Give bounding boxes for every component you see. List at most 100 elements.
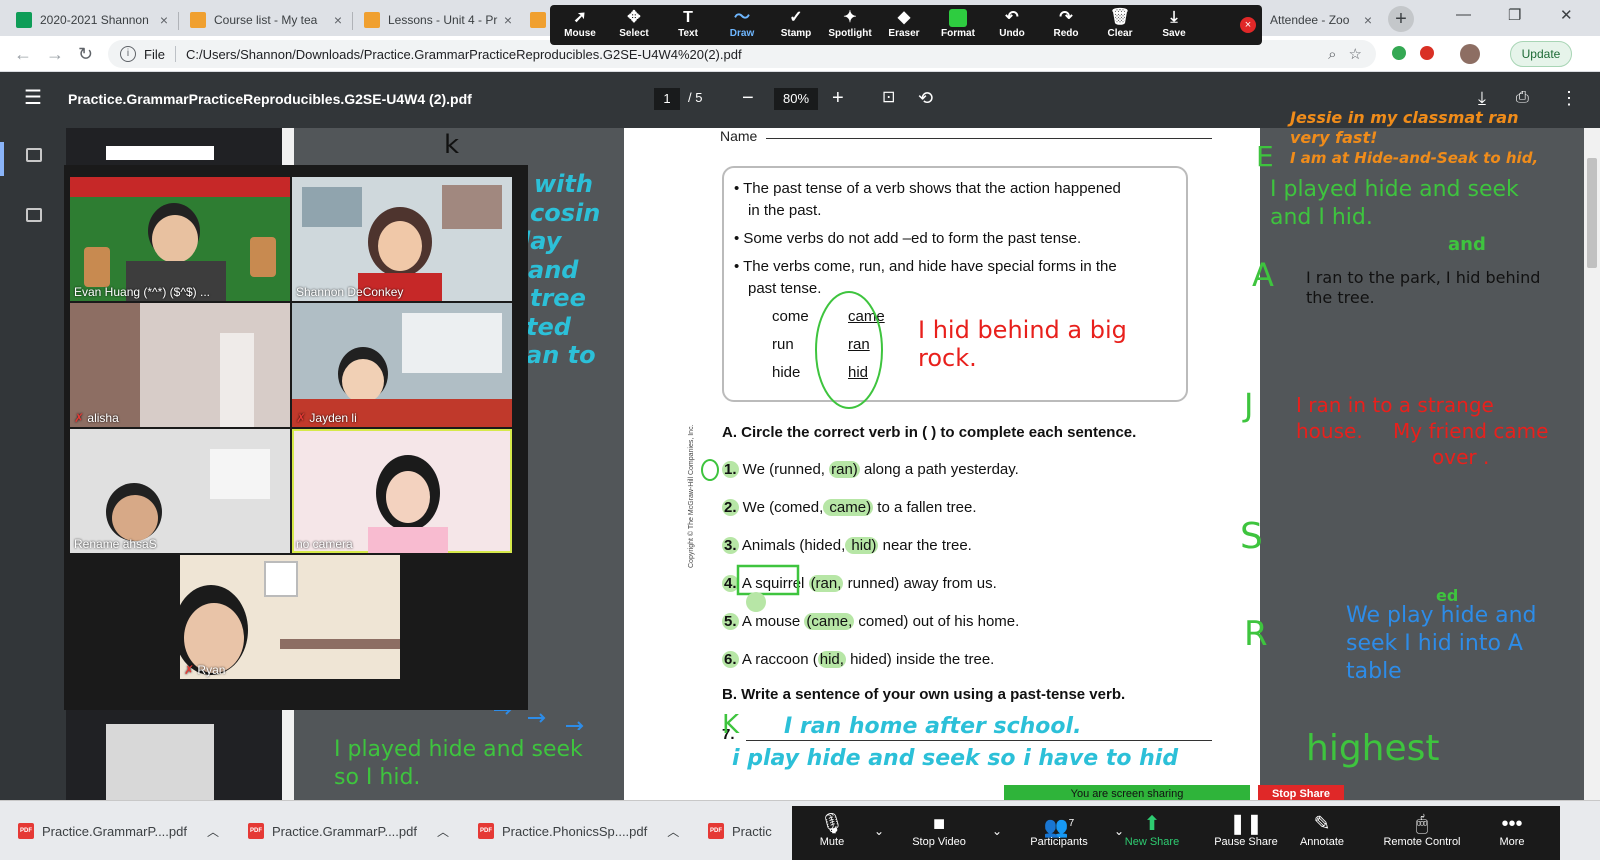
ink-and: and xyxy=(1448,234,1486,255)
fit-page-icon[interactable]: ⊡ xyxy=(882,86,895,110)
download-icon[interactable]: ⤓ xyxy=(1478,86,1486,110)
info-icon[interactable]: i xyxy=(120,46,136,62)
bookmark-star-icon[interactable]: ☆ xyxy=(1349,45,1362,63)
gingerbread-decoration xyxy=(250,237,276,277)
tool-label: Eraser xyxy=(888,28,920,39)
print-icon[interactable]: ⎙ xyxy=(1516,86,1529,110)
extension-icon[interactable] xyxy=(1392,46,1406,60)
pause-share-button[interactable]: ❚❚ Pause Share xyxy=(1212,812,1280,848)
chevron-down-icon[interactable]: ⌄ xyxy=(992,824,1002,838)
tool-mouse[interactable]: ➚ Mouse xyxy=(552,8,608,39)
video-tile[interactable]: ✗ alisha xyxy=(70,303,290,427)
ink-blue-right: We play hide and seek I hid into A table xyxy=(1346,602,1537,686)
zoom-level[interactable]: 80% xyxy=(774,88,818,110)
chevron-down-icon[interactable]: ⌄ xyxy=(874,824,884,838)
tab-zoom-attendee[interactable]: Attendee - Zoo × xyxy=(1262,4,1380,36)
zoom-out-icon[interactable]: − xyxy=(742,86,754,110)
video-tile[interactable]: Rename ahsaS xyxy=(70,429,290,553)
new-tab-button[interactable]: + xyxy=(1388,6,1414,32)
ink-line: I ran in to a strange xyxy=(1296,393,1494,417)
tool-undo[interactable]: ↶ Undo xyxy=(984,8,1040,39)
thumbnails-icon[interactable] xyxy=(26,148,42,162)
control-label: New Share xyxy=(1124,836,1180,848)
close-window-icon[interactable]: ✕ xyxy=(1560,6,1573,24)
more-vert-icon[interactable]: ⋮ xyxy=(1560,86,1578,110)
outline-icon[interactable] xyxy=(26,208,42,222)
stop-video-button[interactable]: ■ Stop Video xyxy=(898,812,980,848)
tab-hidden[interactable] xyxy=(522,4,550,36)
download-item[interactable]: PDF Practice.GrammarP....pdf ︿ xyxy=(18,819,219,843)
reload-icon[interactable]: ↻ xyxy=(78,44,93,65)
tab-divider xyxy=(178,12,179,30)
scrollbar-thumb[interactable] xyxy=(1587,158,1597,268)
tool-text[interactable]: T Text xyxy=(660,8,716,39)
zoom-in-icon[interactable]: + xyxy=(832,86,844,110)
mute-button[interactable]: 🎙 Mute xyxy=(802,812,862,848)
video-tile[interactable]: Evan Huang (*^*) ($^$) ... xyxy=(70,177,290,301)
pdf-file-icon: PDF xyxy=(478,823,494,839)
chevron-up-icon[interactable]: ︿ xyxy=(437,823,449,840)
back-icon[interactable]: ← xyxy=(14,44,32,65)
tool-eraser[interactable]: ◆ Eraser xyxy=(876,8,932,39)
remote-control-button[interactable]: 🖱 Remote Control xyxy=(1372,812,1472,848)
right-scrollbar[interactable] xyxy=(1584,128,1600,800)
video-tile[interactable]: Shannon DeConkey xyxy=(292,177,512,301)
video-tile[interactable]: ✗ Jayden li xyxy=(292,303,512,427)
participant-name-text: Ryan xyxy=(197,663,226,677)
window xyxy=(210,449,270,499)
tool-stamp[interactable]: ✓ Stamp xyxy=(768,8,824,39)
avatar[interactable] xyxy=(1460,44,1480,64)
tool-format[interactable]: Format xyxy=(930,8,986,39)
close-icon[interactable]: × xyxy=(1364,12,1372,28)
tab-spreadsheet[interactable]: 2020-2021 Shannon × xyxy=(8,4,176,36)
tool-redo[interactable]: ↷ Redo xyxy=(1038,8,1094,39)
download-item[interactable]: PDF Practice.PhonicsSp....pdf ︿ xyxy=(478,819,679,843)
close-icon[interactable]: × xyxy=(1240,17,1256,33)
tool-label: Redo xyxy=(1053,28,1079,39)
tool-label: Clear xyxy=(1107,28,1133,39)
control-label: Stop Video xyxy=(912,836,966,848)
tool-save[interactable]: ⤓ Save xyxy=(1146,8,1202,39)
extension-icon[interactable] xyxy=(1420,46,1434,60)
close-icon[interactable]: × xyxy=(334,12,342,28)
course-icon xyxy=(364,12,380,28)
tool-clear[interactable]: 🗑 Clear xyxy=(1092,8,1148,39)
zoom-magnifier-icon[interactable]: ⌕ xyxy=(1328,46,1336,63)
video-tile-active-speaker[interactable]: no camera xyxy=(292,429,512,553)
save-download-icon: ⤓ xyxy=(1170,9,1178,26)
close-icon[interactable]: × xyxy=(504,12,512,28)
tab-lessons[interactable]: Lessons - Unit 4 - Pr × xyxy=(356,4,520,36)
annotate-button[interactable]: ✎ Annotate xyxy=(1292,812,1352,848)
new-share-button[interactable]: ⬆ New Share xyxy=(1122,812,1182,848)
participants-button[interactable]: 👥7 Participants xyxy=(1016,812,1102,848)
video-tile[interactable]: ✗ Ryan xyxy=(180,555,400,679)
tab-course-list[interactable]: Course list - My tea × xyxy=(182,4,350,36)
page-thumbnail[interactable] xyxy=(106,724,214,800)
new-share-icon: ⬆ xyxy=(1143,813,1161,835)
more-button[interactable]: ••• More xyxy=(1482,812,1542,848)
download-item[interactable]: PDF Practic xyxy=(708,819,772,843)
restore-icon[interactable]: ❐ xyxy=(1508,6,1521,24)
forward-icon[interactable]: → xyxy=(46,44,64,65)
zoom-gallery-view[interactable]: Evan Huang (*^*) ($^$) ... Shannon DeCon… xyxy=(64,165,528,710)
download-filename: Practice.GrammarP....pdf xyxy=(42,823,187,839)
ink-line: with xyxy=(534,170,593,198)
menu-hamburger-icon[interactable]: ☰ xyxy=(24,86,42,110)
page-thumbnail[interactable] xyxy=(106,146,214,160)
close-icon[interactable]: × xyxy=(160,12,168,28)
page-number-input[interactable]: 1 xyxy=(654,88,680,110)
download-item[interactable]: PDF Practice.GrammarP....pdf ︿ xyxy=(248,819,449,843)
muted-mic-icon: ✗ xyxy=(74,411,85,425)
rotate-icon[interactable]: ⟲ xyxy=(918,86,933,110)
update-button[interactable]: Update xyxy=(1510,41,1572,67)
tool-draw[interactable]: 〜 Draw xyxy=(714,8,770,39)
ink-line: over . xyxy=(1432,445,1490,469)
chevron-up-icon[interactable]: ︿ xyxy=(207,823,219,840)
minimize-icon[interactable]: — xyxy=(1456,6,1471,23)
participant-name-text: Jayden li xyxy=(309,411,357,425)
pause-icon: ❚❚ xyxy=(1229,813,1263,835)
chevron-up-icon[interactable]: ︿ xyxy=(667,823,679,840)
annotate-pencil-icon: ✎ xyxy=(1313,813,1331,835)
tool-select[interactable]: ✥ Select xyxy=(606,8,662,39)
tool-spotlight[interactable]: ✦ Spotlight xyxy=(822,8,878,39)
